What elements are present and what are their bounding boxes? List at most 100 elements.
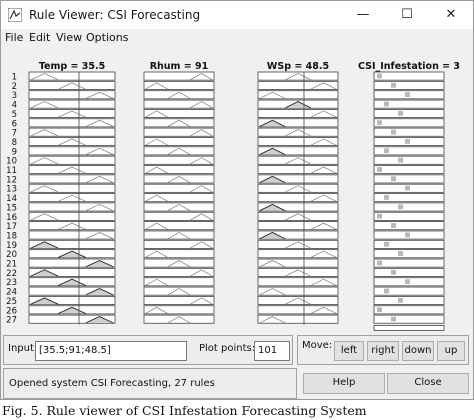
output-level: [405, 138, 410, 144]
rule-cell-csi: [373, 109, 445, 118]
rule-cell-wsp: [257, 305, 339, 315]
move-left-button[interactable]: left: [334, 341, 364, 361]
output-level: [398, 204, 403, 210]
output-level: [405, 279, 410, 285]
input-field[interactable]: [35.5;91;48.5]: [35, 341, 187, 361]
rule-cell-wsp: [257, 286, 339, 296]
move-label: Move:: [302, 340, 333, 351]
rule-cell-csi: [373, 202, 445, 212]
rule-cell-csi: [373, 305, 445, 315]
rule-cell-csi: [373, 314, 445, 324]
rule-cell-csi: [373, 211, 445, 221]
rule-plot-area[interactable]: Temp = 35.5 Rhum = 91 WSp = 48.5 CSI_Infest…: [1, 47, 473, 332]
plot-points-field[interactable]: 101: [254, 341, 290, 361]
rule-cell-csi: [373, 295, 445, 305]
column-title-wsp: WSp = 48.5: [267, 61, 329, 72]
output-level: [377, 213, 382, 219]
menu-view[interactable]: View: [56, 31, 82, 44]
rule-cell-temp: [28, 230, 116, 240]
rule-cell-csi: [373, 118, 445, 128]
move-panel: Move: left right down up: [297, 335, 469, 365]
figure-caption: Fig. 5. Rule viewer of CSI Infestation F…: [2, 403, 367, 418]
rule-cell-temp: [28, 183, 116, 193]
rule-cell-csi: [373, 71, 445, 81]
rule-cell-wsp: [257, 80, 339, 90]
rule-cell-rhum: [143, 267, 215, 277]
rule-cell-wsp: [257, 109, 339, 118]
rule-cell-temp: [28, 99, 116, 109]
status-text: Opened system CSI Forecasting, 27 rules: [9, 378, 215, 389]
output-level: [384, 148, 389, 154]
rule-number: 27: [6, 316, 17, 326]
output-level: [391, 129, 396, 135]
rule-cell-rhum: [143, 127, 215, 137]
matlab-app-icon: [8, 8, 22, 22]
minimize-button[interactable]: —: [341, 1, 385, 29]
rule-cell-temp: [28, 174, 116, 184]
input-label: Input:: [8, 343, 38, 354]
output-level: [405, 185, 410, 191]
output-level: [398, 297, 403, 303]
window-title: Rule Viewer: CSI Forecasting: [29, 8, 201, 22]
rule-cell-temp: [28, 146, 116, 156]
maximize-button[interactable]: ☐: [385, 1, 429, 29]
rule-cell-temp: [28, 118, 116, 128]
rule-cell-wsp: [257, 90, 339, 100]
rule-cell-wsp: [257, 193, 339, 203]
rule-cell-rhum: [143, 155, 215, 165]
rule-cell-wsp: [257, 221, 339, 231]
output-level: [398, 251, 403, 256]
output-level: [384, 195, 389, 200]
rule-cell-rhum: [143, 80, 215, 90]
rule-cell-wsp: [257, 258, 339, 268]
menu-edit[interactable]: Edit: [29, 31, 50, 44]
close-window-button[interactable]: ✕: [429, 1, 473, 29]
menu-options[interactable]: Options: [86, 31, 128, 44]
plot-points-label: Plot points:: [199, 343, 256, 354]
move-right-button[interactable]: right: [367, 341, 399, 361]
rule-cell-csi: [373, 249, 445, 259]
status-panel: Opened system CSI Forecasting, 27 rules: [3, 368, 297, 399]
rule-cell-csi: [373, 174, 445, 184]
rule-plot-svg[interactable]: Temp = 35.5 Rhum = 91 WSp = 48.5 CSI_Infest…: [1, 47, 473, 332]
rule-cell-rhum: [143, 183, 215, 193]
column-title-rhum: Rhum = 91: [150, 61, 209, 72]
output-level: [405, 232, 410, 238]
menu-bar: File Edit View Options: [1, 29, 473, 47]
rule-viewer-window: Rule Viewer: CSI Forecasting — ☐ ✕ File …: [0, 0, 474, 400]
output-level: [377, 167, 382, 172]
output-level: [377, 307, 382, 313]
move-up-button[interactable]: up: [437, 341, 465, 361]
rule-cell-wsp: [257, 137, 339, 146]
rule-cell-csi: [373, 80, 445, 90]
rule-cell-wsp: [257, 249, 339, 259]
output-level: [398, 157, 403, 163]
help-button[interactable]: Help: [303, 373, 385, 394]
rule-cell-rhum: [143, 109, 215, 118]
output-level: [377, 73, 382, 79]
output-level: [384, 241, 389, 247]
output-level: [384, 101, 389, 107]
move-down-button[interactable]: down: [402, 341, 434, 361]
menu-file[interactable]: File: [5, 31, 23, 44]
rule-cell-rhum: [143, 211, 215, 221]
rule-cell-csi: [373, 127, 445, 137]
output-level: [391, 176, 396, 182]
rule-cell-wsp: [257, 314, 339, 324]
rule-cell-rhum: [143, 99, 215, 109]
rule-cell-csi: [373, 221, 445, 231]
rule-cell-temp: [28, 90, 116, 100]
rule-cell-csi: [373, 267, 445, 277]
rule-cell-rhum: [143, 277, 215, 287]
rule-cell-temp: [28, 155, 116, 165]
title-bar: Rule Viewer: CSI Forecasting — ☐ ✕: [1, 1, 473, 29]
output-level: [391, 223, 396, 228]
output-level: [384, 288, 389, 294]
output-level: [391, 82, 396, 88]
rule-cell-temp: [28, 71, 116, 81]
rule-cell-temp: [28, 202, 116, 212]
rule-cell-rhum: [143, 239, 215, 249]
rule-cell-wsp: [257, 277, 339, 287]
close-button[interactable]: Close: [387, 373, 469, 394]
rule-cell-csi: [373, 165, 445, 175]
